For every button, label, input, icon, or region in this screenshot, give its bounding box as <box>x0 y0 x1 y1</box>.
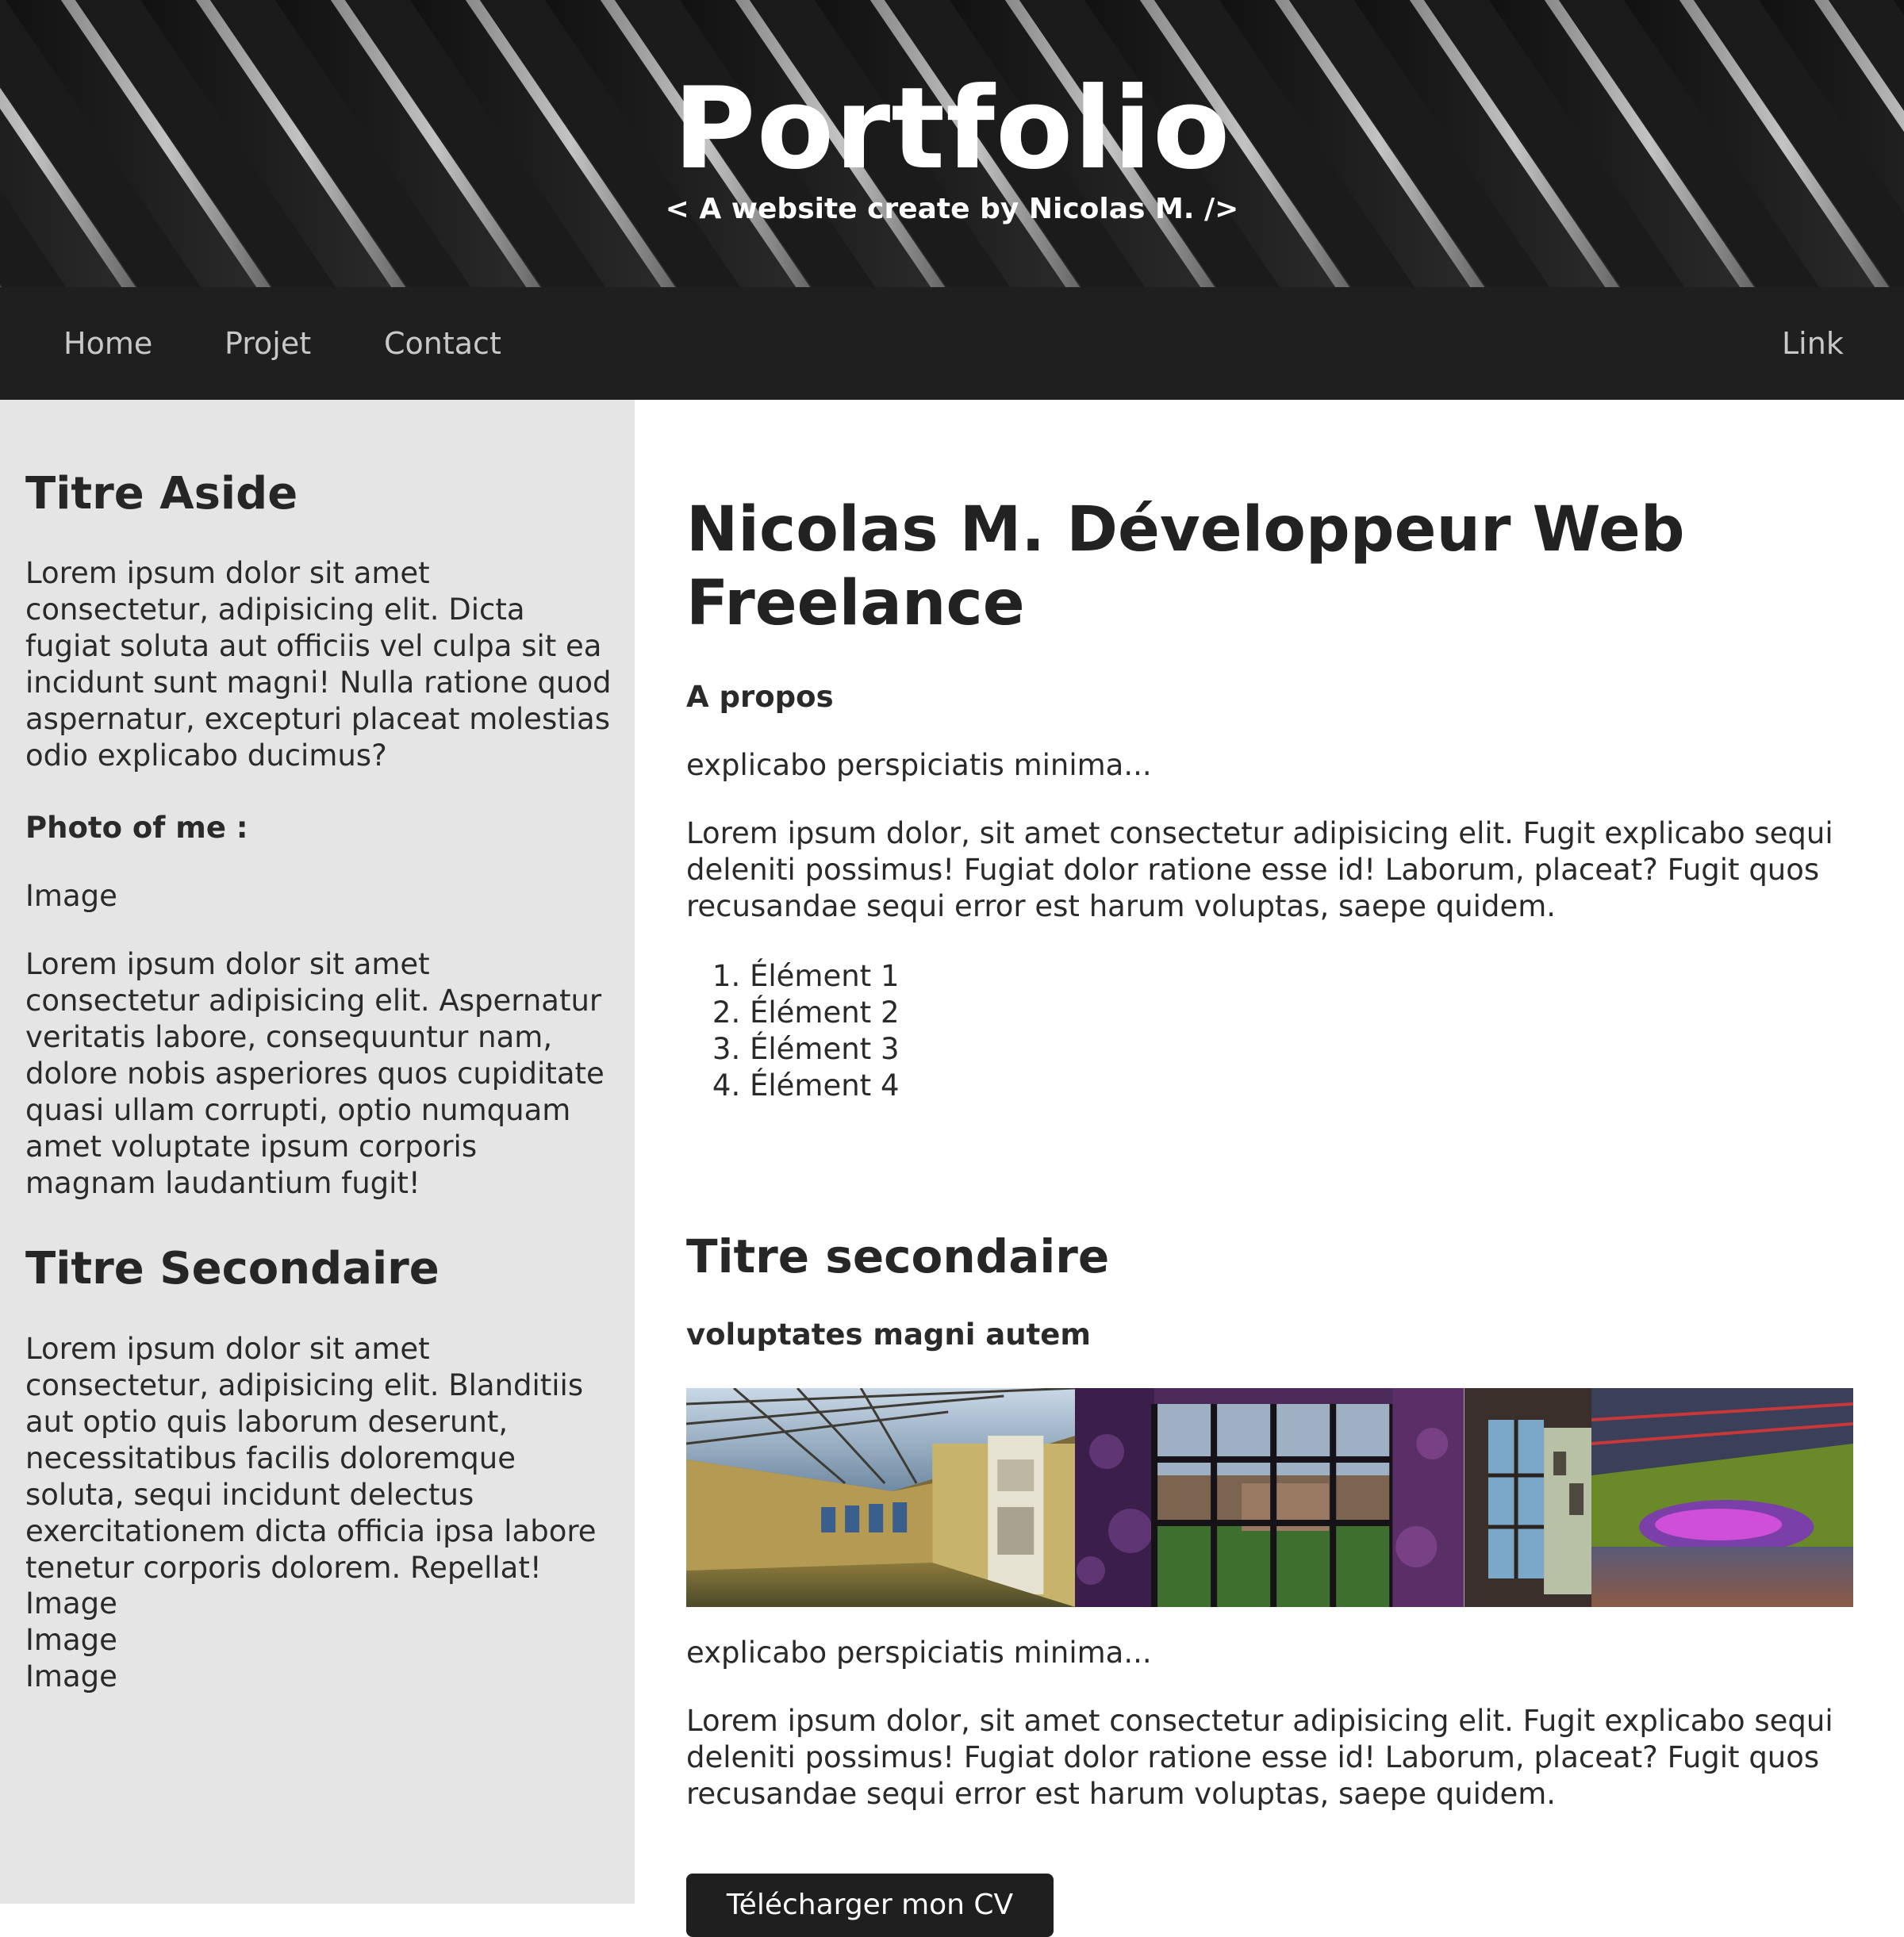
list-item: Élément 2 <box>750 995 900 1031</box>
about-heading: A propos <box>686 680 834 714</box>
intro-text: explicabo perspiciatis minima... <box>686 748 1152 782</box>
aside-paragraph-2: Lorem ipsum dolor sit amet consectetur a… <box>25 947 605 1200</box>
list-item: Élément 4 <box>750 1068 900 1104</box>
secondary-subheading: voluptates magni autem <box>686 1318 1091 1352</box>
site-header: Portfolio < A website create by Nicolas … <box>0 0 1904 287</box>
photo-placeholder: Image <box>25 879 117 913</box>
gallery-photo-graffiti-hall <box>1464 1388 1853 1607</box>
element-list: Élément 1 Élément 2 Élément 3 Élément 4 <box>686 958 900 1104</box>
main-paragraph: Lorem ipsum dolor, sit amet consectetur … <box>686 816 1833 923</box>
photo-gallery <box>686 1388 1853 1607</box>
aside-title: Titre Aside <box>25 468 298 520</box>
secondary-intro: explicabo perspiciatis minima... <box>686 1636 1152 1670</box>
page-title: Nicolas M. Développeur Web Freelance <box>686 494 1685 639</box>
list-item: Élément 3 <box>750 1031 900 1068</box>
image-placeholder-1: Image <box>25 1586 117 1621</box>
photo-label: Photo of me : <box>25 811 248 845</box>
image-placeholder-2: Image <box>25 1623 117 1657</box>
aside-paragraph-3: Lorem ipsum dolor sit amet consectetur, … <box>25 1332 597 1585</box>
gallery-photo-purple-window <box>1075 1388 1464 1607</box>
aside-paragraph-1: Lorem ipsum dolor sit amet consectetur, … <box>25 556 612 773</box>
nav-link-right[interactable]: Link <box>1782 287 1844 400</box>
download-cv-button[interactable]: Télécharger mon CV <box>686 1874 1054 1937</box>
aside-secondary-title: Titre Secondaire <box>25 1243 440 1295</box>
nav-link-home[interactable]: Home <box>63 287 152 400</box>
main-content: Nicolas M. Développeur Web Freelance A p… <box>635 400 1904 1937</box>
site-title: Portfolio <box>673 63 1231 194</box>
site-subtitle: < A website create by Nicolas M. /> <box>665 193 1239 225</box>
list-item: Élément 1 <box>750 958 900 995</box>
nav-link-projet[interactable]: Projet <box>225 287 311 400</box>
main-navigation: Home Projet Contact Link <box>0 287 1904 400</box>
nav-link-contact[interactable]: Contact <box>384 287 501 400</box>
image-placeholder-3: Image <box>25 1659 117 1693</box>
secondary-paragraph: Lorem ipsum dolor, sit amet consectetur … <box>686 1704 1833 1811</box>
gallery-photo-industrial-hall <box>686 1388 1076 1607</box>
secondary-title: Titre secondaire <box>686 1229 1110 1283</box>
sidebar: Titre Aside Lorem ipsum dolor sit amet c… <box>0 400 635 1904</box>
